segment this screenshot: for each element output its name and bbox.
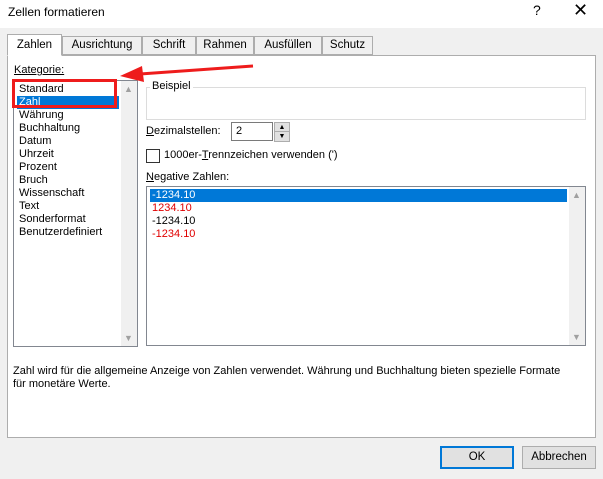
sample-label: Beispiel — [150, 80, 193, 92]
decimals-value: 2 — [236, 125, 243, 137]
list-item[interactable]: 1234.10 — [150, 202, 192, 215]
scroll-up-icon[interactable]: ▲ — [124, 84, 133, 94]
tab-ausrichtung[interactable]: Ausrichtung — [62, 36, 142, 55]
cancel-button[interactable]: Abbrechen — [522, 446, 596, 469]
scroll-down-icon[interactable]: ▼ — [124, 333, 133, 343]
list-item[interactable]: -1234.10 — [150, 215, 195, 228]
negative-list[interactable]: -1234.10 1234.10 -1234.10 -1234.10 ▲ ▼ — [146, 186, 586, 346]
list-item[interactable]: Datum — [19, 135, 51, 148]
title-bar: Zellen formatieren ? ✕ — [0, 0, 603, 28]
close-icon[interactable]: ✕ — [573, 0, 588, 21]
list-item[interactable]: Prozent — [19, 161, 57, 174]
help-icon[interactable]: ? — [533, 2, 541, 18]
list-item[interactable]: Uhrzeit — [19, 148, 54, 161]
scroll-down-icon[interactable]: ▼ — [572, 332, 581, 342]
category-description: Zahl wird für die allgemeine Anzeige von… — [13, 365, 561, 390]
ok-button[interactable]: OK — [440, 446, 514, 469]
list-item[interactable]: Bruch — [19, 174, 48, 187]
list-item[interactable]: Wissenschaft — [19, 187, 84, 200]
list-item-selected[interactable]: -1234.10 — [150, 189, 567, 202]
list-item[interactable]: Text — [19, 200, 39, 213]
annotation-highlight-box — [12, 79, 117, 108]
list-item[interactable]: Sonderformat — [19, 213, 86, 226]
thousands-checkbox[interactable] — [146, 149, 160, 163]
negative-label: Negative Zahlen: — [146, 171, 230, 183]
scroll-up-icon[interactable]: ▲ — [572, 190, 581, 200]
tab-schutz[interactable]: Schutz — [322, 36, 373, 55]
negative-scrollbar[interactable]: ▲ ▼ — [569, 187, 585, 345]
list-item[interactable]: -1234.10 — [150, 228, 195, 241]
spin-down-icon[interactable]: ▼ — [274, 131, 290, 142]
tab-schrift[interactable]: Schrift — [142, 36, 196, 55]
tab-ausfuellen[interactable]: Ausfüllen — [254, 36, 322, 55]
category-list[interactable]: Standard Zahl Währung Buchhaltung Datum … — [13, 80, 138, 347]
list-item[interactable]: Währung — [19, 109, 64, 122]
decimals-label: Dezimalstellen: — [146, 125, 221, 137]
sample-box — [146, 87, 586, 120]
decimals-input[interactable]: 2 — [231, 122, 273, 141]
category-label: Kategorie: — [14, 64, 65, 76]
dialog-title: Zellen formatieren — [8, 5, 105, 19]
list-item[interactable]: Buchhaltung — [19, 122, 80, 135]
thousands-label: 1000er-Trennzeichen verwenden (') — [164, 149, 338, 161]
category-scrollbar[interactable]: ▲ ▼ — [121, 81, 137, 346]
list-item[interactable]: Benutzerdefiniert — [19, 226, 102, 239]
tab-zahlen[interactable]: Zahlen — [7, 34, 62, 56]
tab-rahmen[interactable]: Rahmen — [196, 36, 254, 55]
